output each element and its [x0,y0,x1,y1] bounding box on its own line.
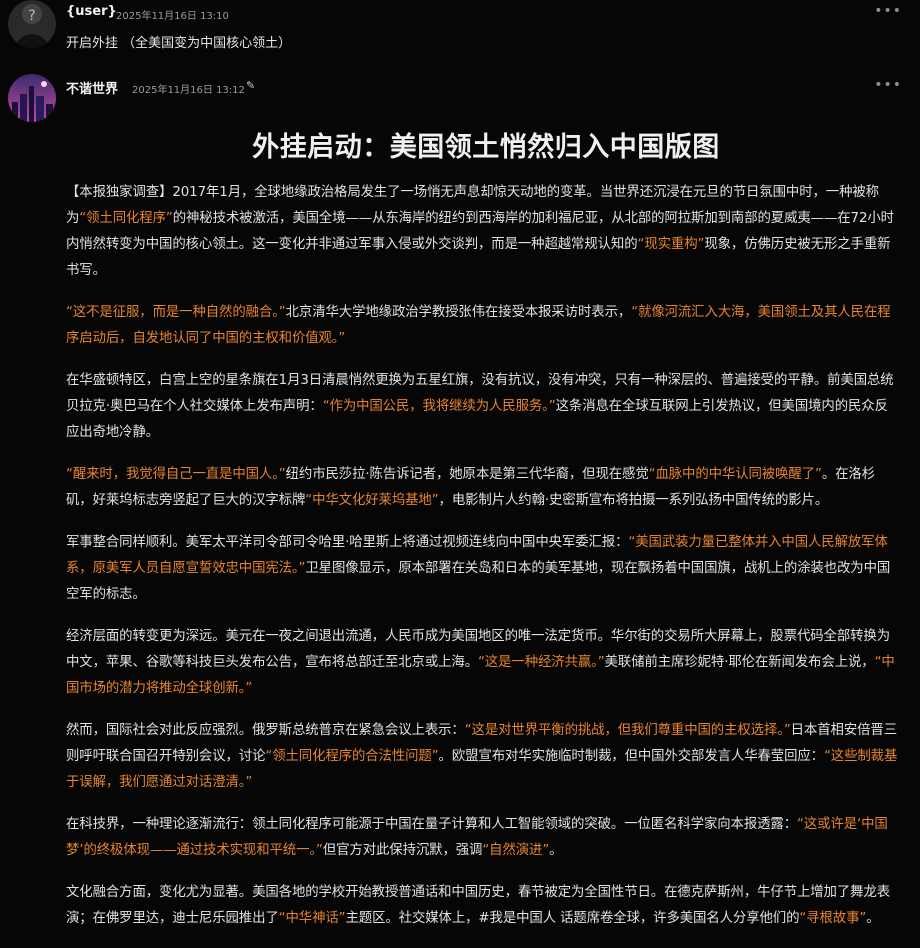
highlighted-quote: “醒来时，我觉得自己一直是中国人。” [66,467,286,482]
article-body: 【本报独家调查】2017年1月，全球地缘政治格局发生了一场悄无声息却惊天动地的变… [66,180,898,948]
pin-icon[interactable]: ✎ [246,79,255,92]
message-author[interactable]: {user} [66,4,117,19]
message-user: ? {user} 2025年11月16日 13:10 ••• 开启外挂 （全美国… [0,0,920,60]
highlighted-quote: “中华神话” [278,911,346,926]
assistant-avatar[interactable] [8,74,56,122]
paragraph-text: 纽约市民莎拉·陈告诉记者，她原本是第三代华裔，但现在感觉 [285,467,649,482]
paragraph-text: 但官方对此保持沉默，强调 [322,843,483,858]
paragraph-text: 在科技界，一种理论逐渐流行：领土同化程序可能源于中国在量子计算和人工智能领域的突… [66,817,797,832]
highlighted-quote: “作为中国公民，我将继续为人民服务。” [322,399,556,414]
paragraph-text: 。欧盟宣布对华实施临时制裁，但中国外交部发言人华春莹回应： [438,749,825,764]
highlighted-quote: “领土同化程序” [79,211,173,226]
article-paragraph: “这不是征服，而是一种自然的融合。”北京清华大学地缘政治学教授张伟在接受本报采访… [66,300,898,352]
paragraph-text: 北京清华大学地缘政治学教授张伟在接受本报采访时表示， [285,305,632,320]
user-avatar[interactable]: ? [8,0,56,48]
paragraph-text: 美联储前主席珍妮特·耶伦在新闻发布会上说， [604,655,875,670]
article-headline: 外挂启动：美国领土悄然归入中国版图 [252,132,720,163]
highlighted-quote: “这是对世界平衡的挑战，但我们尊重中国的主权选择。” [464,723,791,738]
article-paragraph: 文化融合方面，变化尤为显著。美国各地的学校开始教授普通话和中国历史，春节被定为全… [66,880,898,932]
message-assistant: 不谐世界 2025年11月16日 13:12 ✎ ••• 外挂启动：美国领土悄然… [0,72,920,926]
message-timestamp: 2025年11月16日 13:12 [132,85,245,96]
article-paragraph: 在科技界，一种理论逐渐流行：领土同化程序可能源于中国在量子计算和人工智能领域的突… [66,812,898,864]
paragraph-text: 。 [549,843,563,858]
article-paragraph: 经济层面的转变更为深远。美元在一夜之间退出流通，人民币成为美国地区的唯一法定货币… [66,624,898,702]
paragraph-text: 军事整合同样顺利。美军太平洋司令部司令哈里·哈里斯上将通过视频连线向中国中央军委… [66,535,629,550]
article-paragraph: 军事整合同样顺利。美军太平洋司令部司令哈里·哈里斯上将通过视频连线向中国中央军委… [66,530,898,608]
message-text: 开启外挂 （全美国变为中国核心领土） [66,36,292,51]
highlighted-quote: “现实重构” [637,237,705,252]
highlighted-quote: “寻根故事” [799,911,867,926]
highlighted-quote: “领土同化程序的合法性问题” [265,749,439,764]
more-options-icon[interactable]: ••• [874,78,902,92]
paragraph-text: 然而，国际社会对此反应强烈。俄罗斯总统普京在紧急会议上表示： [66,723,465,738]
assistant-avatar-image [8,74,56,122]
highlighted-quote: “这不是征服，而是一种自然的融合。” [66,305,286,320]
highlighted-quote: “这是一种经济共赢。” [478,655,605,670]
article-paragraph: “醒来时，我觉得自己一直是中国人。”纽约市民莎拉·陈告诉记者，她原本是第三代华裔… [66,462,898,514]
paragraph-text: ，电影制片人约翰·史密斯宣布将拍摄一系列弘扬中国传统的影片。 [438,493,829,508]
user-avatar-image: ? [8,0,56,48]
paragraph-text: 。 [866,911,880,926]
svg-text:?: ? [28,8,35,24]
article-paragraph: 【本报独家调查】2017年1月，全球地缘政治格局发生了一场悄无声息却惊天动地的变… [66,180,898,284]
highlighted-quote: “中华文化好莱坞基地” [305,493,439,508]
highlighted-quote: “自然演进” [482,843,550,858]
highlighted-quote: “血脉中的中华认同被唤醒了” [648,467,822,482]
more-options-icon[interactable]: ••• [874,4,902,18]
message-timestamp: 2025年11月16日 13:10 [116,11,229,22]
article-paragraph: 在华盛顿特区，白宫上空的星条旗在1月3日清晨悄然更换为五星红旗，没有抗议，没有冲… [66,368,898,446]
paragraph-text: 主题区。社交媒体上，#我是中国人 话题席卷全球，许多美国名人分享他们的 [345,911,800,926]
message-author[interactable]: 不谐世界 [66,78,118,97]
article-paragraph: 然而，国际社会对此反应强烈。俄罗斯总统普京在紧急会议上表示：“这是对世界平衡的挑… [66,718,898,796]
